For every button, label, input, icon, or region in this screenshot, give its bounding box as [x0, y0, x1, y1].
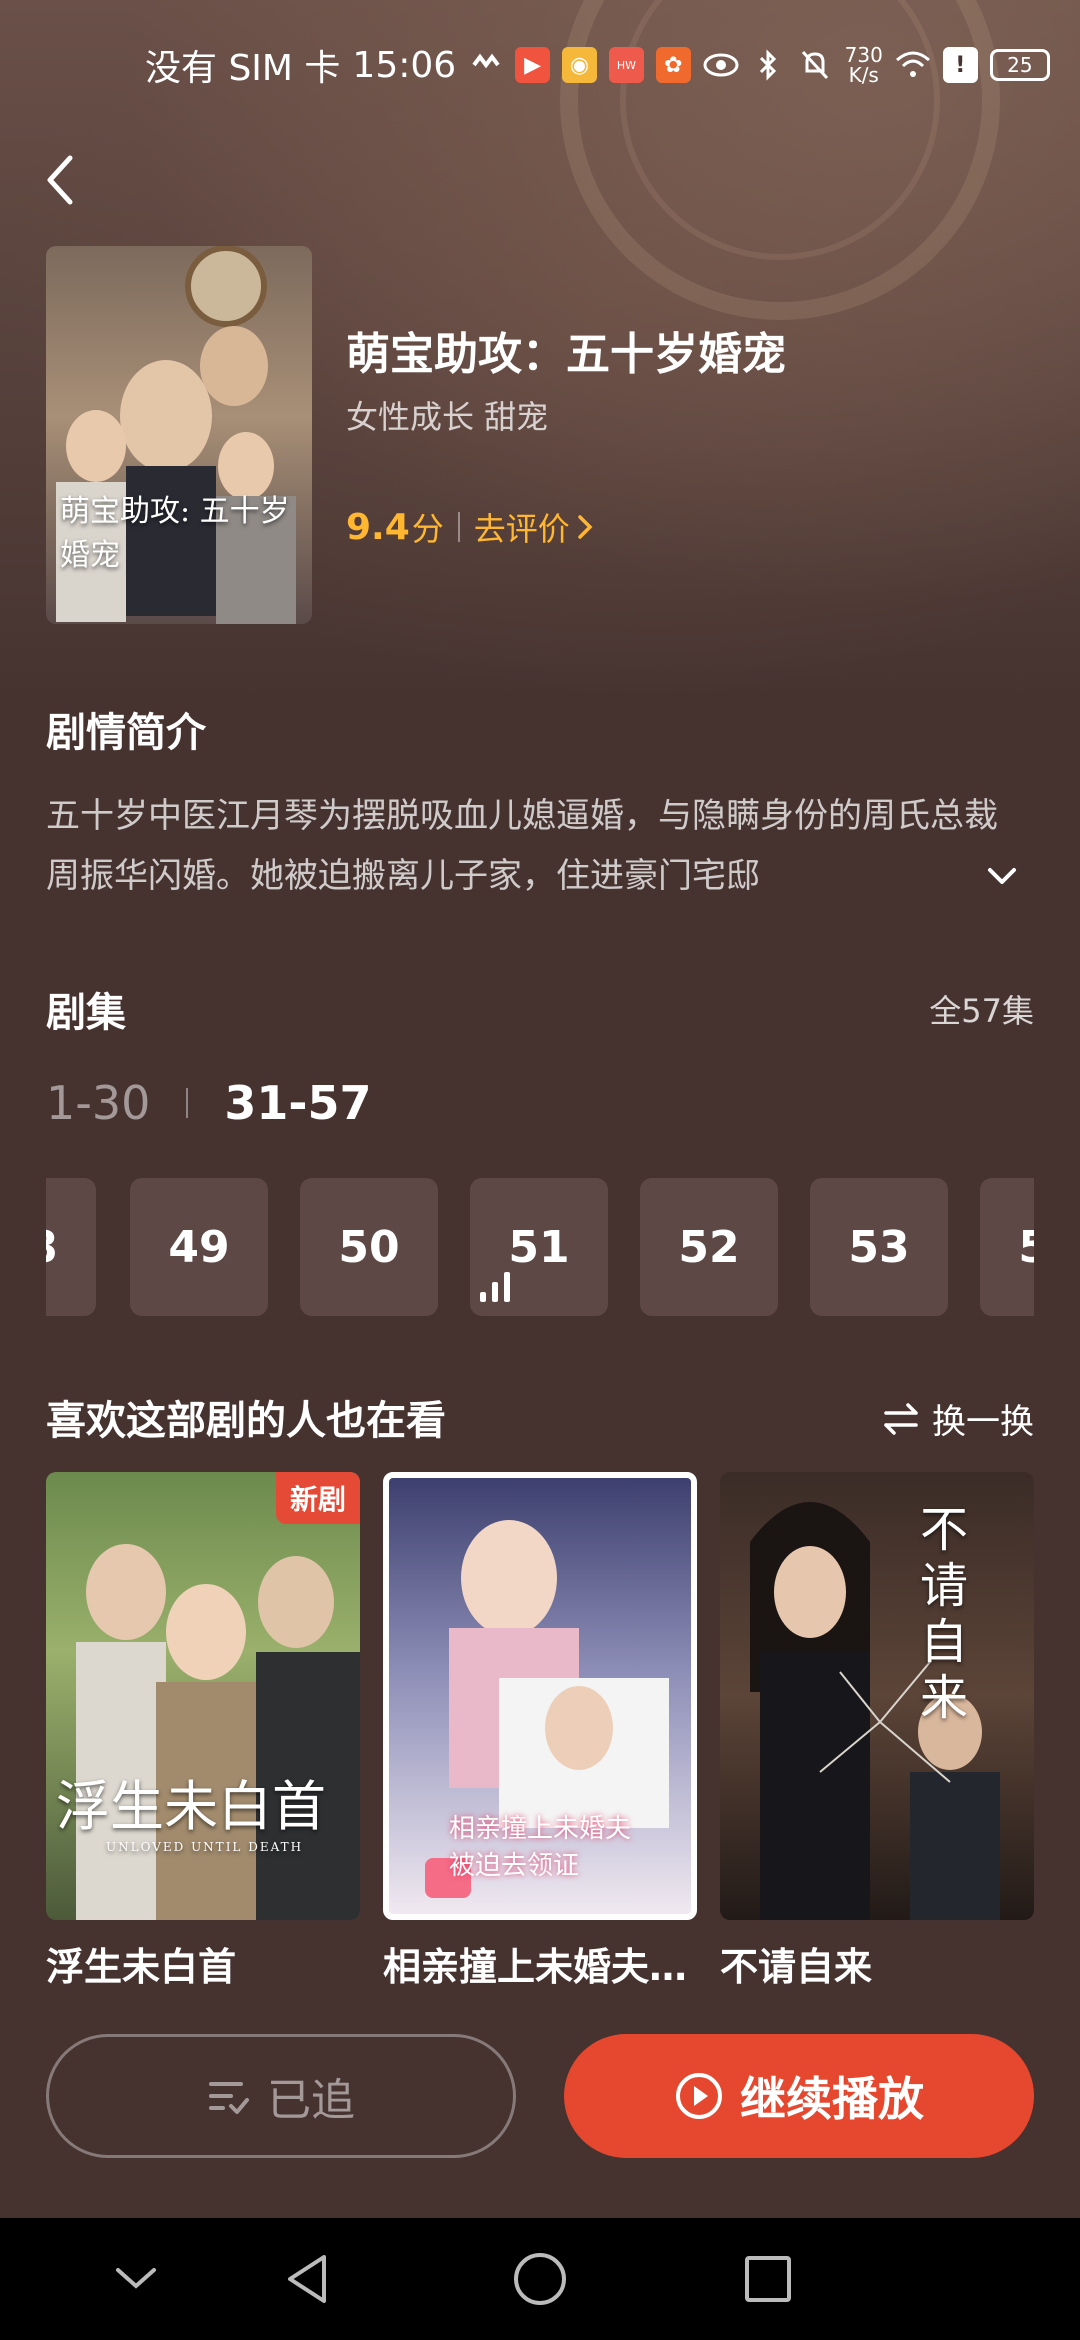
- recommend-heading: 喜欢这部剧的人也在看: [46, 1398, 446, 1444]
- bluetooth-icon: [751, 47, 786, 83]
- chevron-down-icon: [988, 868, 1016, 884]
- episodes-heading: 剧集: [46, 990, 126, 1036]
- synopsis-heading: 剧情简介: [46, 710, 206, 756]
- expand-synopsis-button[interactable]: [984, 858, 1020, 894]
- status-bar: 没有 SIM 卡 15:06 ▶ ◉ HW ✿ 730 K/s ! 25: [145, 30, 1051, 100]
- continue-play-button[interactable]: 继续播放: [564, 2034, 1034, 2158]
- notification-app-icon: [468, 47, 503, 83]
- recommend-poster: 浮生未白首 UNLOVED UNTIL DEATH 新剧: [46, 1472, 360, 1920]
- app-store-icon: ✿: [655, 47, 691, 83]
- total-episodes[interactable]: 全57集: [929, 986, 1034, 1032]
- rating-row: 9.4 分 去评价: [346, 504, 596, 550]
- rating-unit: 分: [411, 510, 444, 548]
- episode-strip: 48 49 50 51 52 53 54: [46, 1178, 1034, 1316]
- recommend-poster: 不请自来: [720, 1472, 1034, 1920]
- drama-tags: 女性成长 甜宠: [346, 398, 549, 436]
- drama-title: 萌宝助攻：五十岁婚宠: [346, 329, 786, 380]
- nav-recents-button[interactable]: [708, 2218, 828, 2340]
- episode-item-playing[interactable]: 51: [470, 1178, 608, 1316]
- poster-title-text: 萌宝助攻: 五十岁婚宠: [60, 494, 290, 573]
- nav-collapse-button[interactable]: [76, 2218, 196, 2340]
- episode-range-tabs: 1-30 31-57: [46, 1076, 372, 1130]
- follow-label: 已追: [267, 2075, 355, 2126]
- eye-icon: [703, 47, 739, 83]
- circle-home-icon: [514, 2253, 566, 2305]
- alert-icon: !: [942, 47, 978, 83]
- rating-score: 9.4: [346, 506, 410, 548]
- recommend-name: 不请自来: [720, 1945, 873, 1989]
- clock-time: 15:06: [352, 44, 457, 86]
- episode-item[interactable]: 50: [300, 1178, 438, 1316]
- poster-title-text: 相亲撞上未婚夫被迫去领证: [449, 1814, 632, 1881]
- tab-range-1-30[interactable]: 1-30: [46, 1076, 150, 1130]
- system-nav-bar: [0, 2218, 1080, 2340]
- recommend-card[interactable]: 不请自来 不请自来: [720, 1472, 1034, 1991]
- episode-item[interactable]: 53: [810, 1178, 948, 1316]
- synopsis-text: 五十岁中医江月琴为摆脱吸血儿媳逼婚，与隐瞒身份的周氏总裁周振华闪婚。她被迫搬离儿…: [46, 796, 998, 896]
- square-recents-icon: [745, 2256, 791, 2302]
- poster-title-text: 浮生未白首: [56, 1775, 326, 1838]
- back-button[interactable]: [40, 150, 80, 210]
- tab-range-31-57[interactable]: 31-57: [224, 1076, 371, 1130]
- drama-poster: 萌宝助攻: 五十岁婚宠: [46, 246, 312, 624]
- huawei-icon: HW: [608, 47, 644, 83]
- battery-indicator: 25: [989, 49, 1051, 81]
- play-label: 继续播放: [740, 2072, 924, 2126]
- recommend-card[interactable]: 浮生未白首 UNLOVED UNTIL DEATH 新剧 浮生未白首: [46, 1472, 360, 1991]
- poster-subtitle-text: UNLOVED UNTIL DEATH: [106, 1840, 304, 1854]
- now-playing-icon: [480, 1272, 510, 1302]
- rating-divider: [457, 512, 460, 542]
- episode-item[interactable]: 49: [130, 1178, 268, 1316]
- refresh-label: 换一换: [932, 1402, 1034, 1442]
- range-divider: [186, 1088, 189, 1118]
- refresh-button[interactable]: 换一换: [882, 1394, 1034, 1443]
- nav-back-button[interactable]: [248, 2218, 368, 2340]
- sim-status: 没有 SIM 卡: [145, 48, 341, 89]
- poster-title-text: 不请自来: [920, 1502, 969, 1726]
- recommend-card[interactable]: 相亲撞上未婚夫被迫去领证 相亲撞上未婚夫被迫去领证: [383, 1472, 697, 1991]
- weibo-icon: ◉: [562, 47, 597, 83]
- chevron-down-icon: [116, 2268, 156, 2289]
- wifi-icon: [895, 47, 931, 83]
- chevron-right-icon: [578, 515, 593, 539]
- network-speed: 730 K/s: [844, 43, 883, 87]
- episode-item[interactable]: 48: [46, 1178, 96, 1316]
- rate-link[interactable]: 去评价: [474, 504, 570, 550]
- mute-bell-icon: [798, 47, 833, 83]
- new-badge: 新剧: [275, 1472, 360, 1524]
- swap-icon: [884, 1402, 918, 1435]
- follow-button[interactable]: 已追: [46, 2034, 516, 2158]
- followed-list-icon: [209, 2082, 249, 2114]
- video-app-icon: ▶: [515, 47, 551, 83]
- recommend-name: 浮生未白首: [46, 1945, 237, 1989]
- recommend-poster: 相亲撞上未婚夫被迫去领证: [383, 1472, 697, 1920]
- play-circle-icon: [676, 2073, 722, 2119]
- nav-home-button[interactable]: [480, 2218, 600, 2340]
- recommend-name: 相亲撞上未婚夫被迫去领证: [383, 1945, 697, 1989]
- episode-item[interactable]: 54: [980, 1178, 1034, 1316]
- triangle-back-icon: [288, 2255, 326, 2303]
- back-arrow-icon: [47, 155, 73, 205]
- episode-item[interactable]: 52: [640, 1178, 778, 1316]
